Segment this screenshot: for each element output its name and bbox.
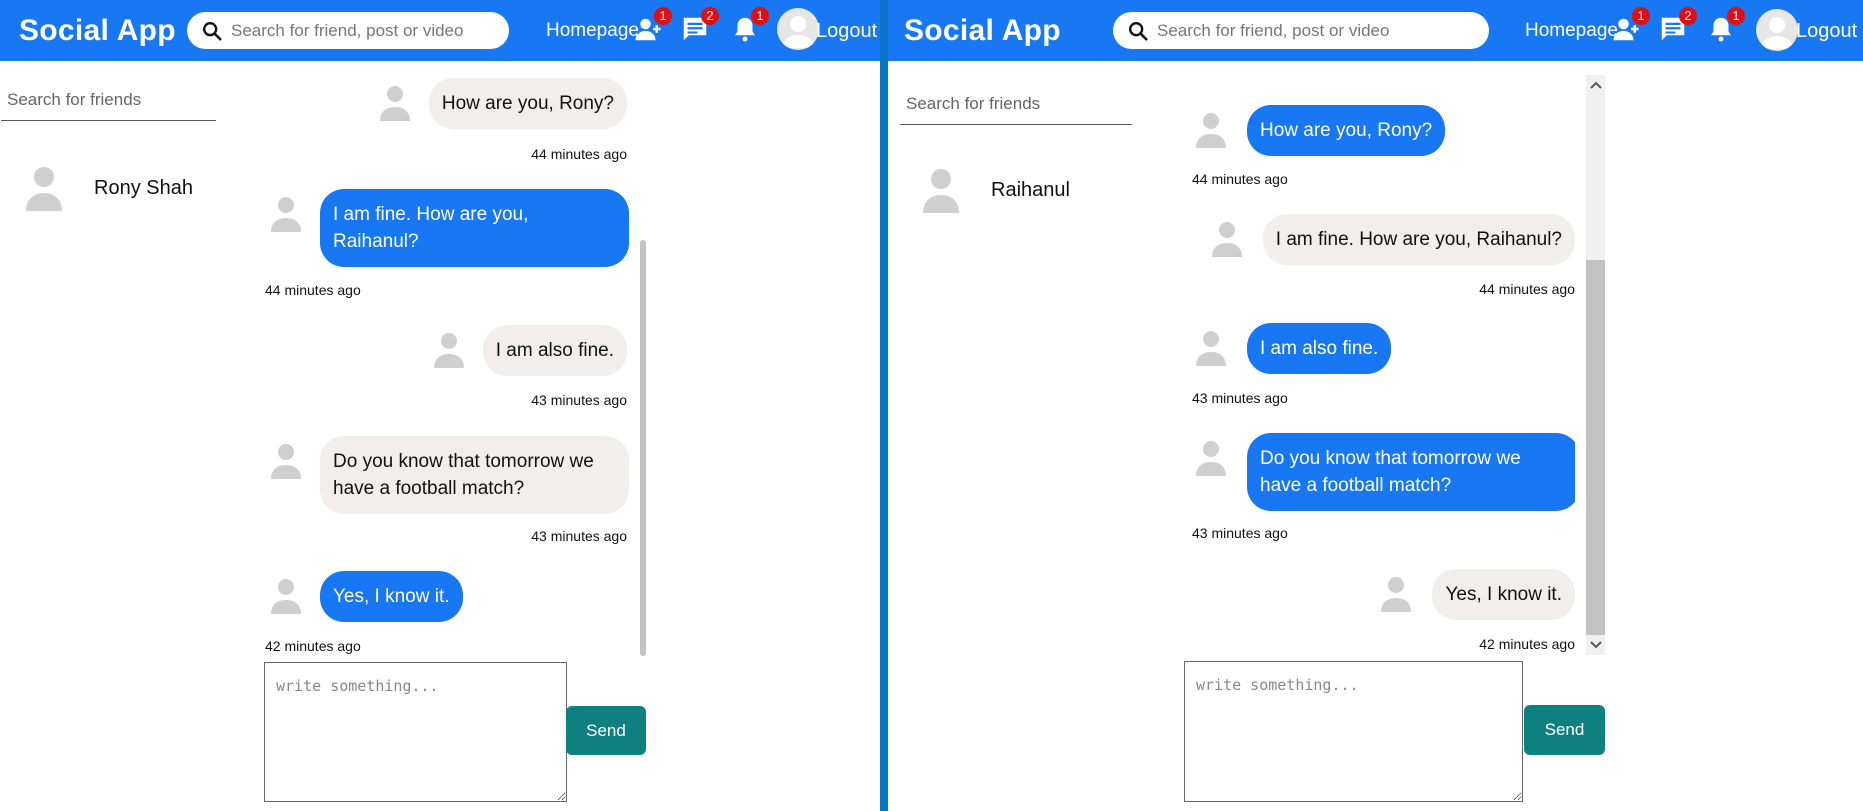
homepage-link[interactable]: Homepage <box>546 20 639 42</box>
message-badge: 2 <box>1679 7 1697 25</box>
message-item: I am also fine. <box>433 325 627 376</box>
message-input[interactable] <box>264 662 567 802</box>
chat-scrollbar-thumb[interactable] <box>1586 260 1605 635</box>
send-button[interactable]: Send <box>1524 705 1605 755</box>
message-time: 42 minutes ago <box>1479 636 1575 652</box>
message-item: Do you know that tomorrow we have a foot… <box>1195 433 1575 511</box>
message-avatar-icon <box>271 444 301 479</box>
screen: Social App Homepage 1 2 1 Logout <box>0 0 1863 811</box>
app-brand[interactable]: Social App <box>19 14 176 48</box>
message-time: 44 minutes ago <box>531 146 627 162</box>
friend-item[interactable]: Rony Shah <box>24 164 193 212</box>
send-button[interactable]: Send <box>566 706 646 755</box>
message-avatar-icon <box>1196 441 1226 476</box>
friend-request-button[interactable]: 1 <box>633 7 672 44</box>
messages-button[interactable]: 2 <box>1658 7 1697 44</box>
homepage-link[interactable]: Homepage <box>1525 20 1618 42</box>
message-bubble: Do you know that tomorrow we have a foot… <box>1247 433 1575 511</box>
message-bubble: I am also fine. <box>1247 323 1392 374</box>
message-time: 43 minutes ago <box>1192 525 1288 541</box>
message-bubble: Yes, I know it. <box>320 571 463 622</box>
notifications-button[interactable]: 1 <box>1706 7 1745 44</box>
friend-avatar-icon <box>26 167 62 211</box>
message-bubble: I am also fine. <box>482 325 627 376</box>
left-window: Social App Homepage 1 2 1 Logout <box>0 0 880 811</box>
message-bubble: Do you know that tomorrow we have a foot… <box>320 436 629 514</box>
message-time: 43 minutes ago <box>1192 390 1288 406</box>
message-time: 44 minutes ago <box>1192 171 1288 187</box>
message-time: 44 minutes ago <box>1479 281 1575 297</box>
chat-scrollbar[interactable] <box>640 240 646 656</box>
search-input[interactable] <box>1157 20 1489 41</box>
friend-search-input[interactable] <box>900 88 1132 125</box>
message-avatar-icon <box>1381 577 1412 612</box>
notification-badge: 1 <box>1727 7 1745 25</box>
message-bubble: How are you, Rony? <box>1247 105 1446 156</box>
message-avatar-icon <box>1196 113 1226 148</box>
message-item: Yes, I know it. <box>1380 569 1575 620</box>
message-item: Yes, I know it. <box>270 571 463 622</box>
message-item: I am fine. How are you, Raihanul? <box>1211 214 1575 265</box>
chat-messages: How are you, Rony? 44 minutes ago I am f… <box>1183 75 1575 661</box>
user-avatar-icon <box>1761 17 1793 49</box>
window-divider <box>880 0 888 811</box>
friend-badge: 1 <box>1632 7 1650 25</box>
friend-search-input[interactable] <box>1 84 216 121</box>
friend-name: Raihanul <box>991 178 1070 201</box>
message-item: How are you, Rony? <box>1195 105 1446 156</box>
message-item: Do you know that tomorrow we have a foot… <box>270 436 629 514</box>
message-item: How are you, Rony? <box>379 78 627 129</box>
notification-badge: 1 <box>751 7 769 25</box>
message-bubble: I am fine. How are you, Raihanul? <box>320 189 629 267</box>
search-input[interactable] <box>231 20 509 41</box>
notifications-button[interactable]: 1 <box>730 7 769 44</box>
scroll-up-icon[interactable] <box>1586 77 1606 95</box>
message-avatar-icon <box>271 197 301 232</box>
message-input[interactable] <box>1184 661 1523 802</box>
friend-request-button[interactable]: 1 <box>1611 7 1650 44</box>
friend-name: Rony Shah <box>94 176 193 199</box>
profile-avatar[interactable] <box>777 8 819 50</box>
friend-item[interactable]: Raihanul <box>921 166 1070 214</box>
message-bubble: I am fine. How are you, Raihanul? <box>1262 214 1575 265</box>
message-bubble: Yes, I know it. <box>1432 569 1575 620</box>
app-brand[interactable]: Social App <box>904 14 1061 48</box>
messages-button[interactable]: 2 <box>680 7 719 44</box>
friend-avatar-icon <box>923 169 959 213</box>
message-avatar-icon <box>1196 331 1226 366</box>
message-badge: 2 <box>701 7 719 25</box>
global-search[interactable] <box>187 12 509 49</box>
message-item: I am fine. How are you, Raihanul? <box>270 189 629 267</box>
friend-badge: 1 <box>654 7 672 25</box>
right-window: Social App Homepage 1 2 1 Logout <box>888 0 1863 811</box>
logout-link[interactable]: Logout <box>816 20 877 43</box>
message-bubble: How are you, Rony? <box>428 78 627 129</box>
message-avatar-icon <box>271 579 301 614</box>
top-navbar: Social App Homepage 1 2 1 Logout <box>0 0 880 61</box>
message-item: I am also fine. <box>1195 323 1392 374</box>
message-avatar-icon <box>1211 222 1242 257</box>
message-avatar-icon <box>433 333 464 368</box>
global-search[interactable] <box>1113 12 1489 49</box>
logout-link[interactable]: Logout <box>1796 20 1857 43</box>
message-time: 44 minutes ago <box>265 282 361 298</box>
chat-messages: How are you, Rony? 44 minutes ago I am f… <box>255 70 645 660</box>
message-time: 42 minutes ago <box>265 638 361 654</box>
user-avatar-icon <box>782 16 814 48</box>
profile-avatar[interactable] <box>1756 9 1798 51</box>
scroll-down-icon[interactable] <box>1586 635 1606 653</box>
message-avatar-icon <box>379 86 410 121</box>
search-icon <box>203 21 222 41</box>
message-time: 43 minutes ago <box>531 392 627 408</box>
message-time: 43 minutes ago <box>531 528 627 544</box>
search-icon <box>1129 21 1148 41</box>
top-navbar: Social App Homepage 1 2 1 Logout <box>888 0 1863 61</box>
